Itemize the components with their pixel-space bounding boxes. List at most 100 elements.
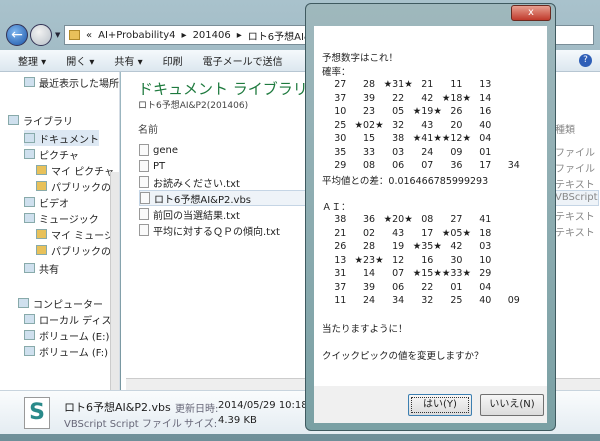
number-cell: 27 bbox=[334, 79, 347, 91]
file-type: テキスト bbox=[555, 180, 595, 191]
file-icon bbox=[139, 208, 149, 220]
number-row: 25 ★02★ 32 43 20 40 bbox=[326, 119, 528, 133]
library-title: ドキュメント ライブラリ bbox=[138, 80, 308, 98]
number-cell: ★05★ bbox=[441, 227, 471, 239]
open-button[interactable]: 開く ▾ bbox=[66, 53, 94, 68]
print-button[interactable]: 印刷 bbox=[163, 53, 183, 68]
nav-item[interactable]: ビデオ bbox=[24, 194, 69, 210]
number-cell: 13 bbox=[334, 254, 347, 266]
number-cell: 09 bbox=[450, 146, 463, 158]
number-row: 38 36 ★20★ 08 27 41 bbox=[326, 213, 528, 227]
number-row: 31 14 07 ★15★ ★33★ 29 bbox=[326, 267, 528, 281]
number-cell: 21 bbox=[334, 227, 347, 239]
nav-item-label: ドキュメント bbox=[39, 134, 99, 146]
nav-item[interactable]: ドキュメント bbox=[24, 130, 99, 146]
file-icon bbox=[139, 160, 149, 172]
number-cell: 03 bbox=[479, 241, 492, 253]
nav-item[interactable]: ローカル ディスク bbox=[24, 311, 119, 327]
video-icon bbox=[24, 197, 35, 207]
nav-item-label: ボリューム (F:) bbox=[39, 347, 109, 359]
number-row: 10 23 05 ★19★ 26 16 bbox=[326, 105, 528, 119]
folder-icon bbox=[36, 165, 47, 175]
number-cell: 42 bbox=[421, 92, 434, 104]
number-cell: 10 bbox=[334, 106, 347, 118]
number-row: 11 24 34 32 25 40 09 bbox=[326, 294, 528, 308]
probability-table: 27 28 ★31★ 21 11 13 37 39 22 42 ★18★ 14 10 23 05 ★19★ 26… bbox=[326, 78, 528, 173]
dialog-content: 予想数字はこれ！ 確率： 27 28 ★31★ 21 11 13 37 39 22 42 ★18★ 1… bbox=[314, 26, 547, 386]
nav-item-label: 最近表示した場所 bbox=[39, 78, 119, 90]
number-cell: ★33★ bbox=[441, 268, 471, 280]
wish-text: 当たりますように！ bbox=[322, 324, 408, 335]
number-cell: 26 bbox=[334, 241, 347, 253]
file-type: ファイル bbox=[555, 148, 595, 159]
nav-item[interactable]: マイ ミュージック bbox=[36, 226, 119, 242]
nav-item[interactable]: 最近表示した場所 bbox=[24, 74, 119, 90]
nav-item-label: ミュージック bbox=[39, 214, 99, 226]
back-button[interactable]: ← bbox=[6, 24, 28, 46]
nav-item[interactable]: ライブラリ bbox=[8, 112, 73, 128]
number-cell: ★15★ bbox=[412, 268, 442, 280]
column-header-name[interactable]: 名前 bbox=[138, 121, 158, 136]
nav-item[interactable]: ミュージック bbox=[24, 210, 99, 226]
modified-label: 更新日時: bbox=[175, 404, 219, 415]
history-dropdown[interactable]: ▼ bbox=[55, 31, 60, 39]
nav-item-label: ライブラリ bbox=[23, 116, 73, 128]
number-cell: 43 bbox=[392, 227, 405, 239]
forward-button[interactable] bbox=[30, 24, 52, 46]
number-cell: 23 bbox=[363, 106, 376, 118]
nav-item[interactable]: ピクチャ bbox=[24, 146, 79, 162]
number-cell: 04 bbox=[479, 281, 492, 293]
number-row: 27 28 ★31★ 21 11 13 bbox=[326, 78, 528, 92]
folder-icon bbox=[36, 181, 47, 191]
nav-scrollbar[interactable] bbox=[110, 172, 119, 390]
number-cell: 06 bbox=[392, 281, 405, 293]
column-header-type[interactable]: 種類 bbox=[555, 121, 575, 136]
number-cell: 20 bbox=[450, 119, 463, 131]
number-row: 30 15 38 ★41★ ★12★ 04 bbox=[326, 132, 528, 146]
number-row: 13 ★23★ 12 16 30 10 bbox=[326, 254, 528, 268]
number-cell: 25 bbox=[334, 119, 347, 131]
number-cell: 39 bbox=[363, 92, 376, 104]
number-cell: 15 bbox=[363, 133, 376, 145]
number-cell: 27 bbox=[450, 214, 463, 226]
music-icon bbox=[24, 213, 35, 223]
nav-item[interactable]: パブリックのピクチャ bbox=[36, 178, 119, 194]
no-button[interactable]: いいえ(N) bbox=[480, 394, 544, 416]
pictures-icon bbox=[24, 149, 35, 159]
nav-item[interactable]: 共有 bbox=[24, 260, 59, 276]
number-cell: 30 bbox=[450, 254, 463, 266]
breadcrumb-item[interactable]: 201406 bbox=[193, 30, 231, 41]
number-cell: 07 bbox=[421, 160, 434, 172]
nav-item[interactable]: マイ ピクチャ bbox=[36, 162, 114, 178]
nav-item[interactable]: ボリューム (E:) bbox=[24, 327, 109, 343]
number-cell: ★12★ bbox=[441, 133, 471, 145]
vbscript-file-icon bbox=[140, 192, 150, 204]
number-cell: 32 bbox=[392, 119, 405, 131]
breadcrumb-overflow[interactable]: « bbox=[86, 30, 92, 41]
nav-item[interactable]: ボリューム (F:) bbox=[24, 343, 108, 359]
library-subtitle[interactable]: ロト6予想AI&P2(201406) bbox=[138, 98, 248, 111]
number-cell: 14 bbox=[479, 92, 492, 104]
number-cell: 29 bbox=[334, 160, 347, 172]
number-cell: 07 bbox=[392, 268, 405, 280]
number-cell: 05 bbox=[392, 106, 405, 118]
organize-button[interactable]: 整理 ▾ bbox=[18, 53, 46, 68]
email-button[interactable]: 電子メールで送信 bbox=[203, 53, 283, 68]
number-cell: 26 bbox=[450, 106, 463, 118]
recent-places-icon bbox=[24, 77, 35, 87]
nav-item[interactable]: パブリックのミュージック bbox=[36, 242, 119, 258]
yes-button[interactable]: はい(Y) bbox=[408, 394, 472, 416]
folder-icon bbox=[69, 30, 80, 40]
share-button[interactable]: 共有 ▾ bbox=[114, 53, 142, 68]
ai-label: ＡＩ： bbox=[322, 202, 351, 213]
help-icon[interactable]: ? bbox=[579, 54, 592, 67]
ai-table: 38 36 ★20★ 08 27 41 21 02 43 17 ★05★ 18 26 28 19 ★35★ 42… bbox=[326, 213, 528, 308]
nav-item[interactable]: コンピューター bbox=[18, 295, 103, 311]
nav-item-label: ボリューム (E:) bbox=[39, 331, 110, 343]
number-cell: 31 bbox=[334, 268, 347, 280]
number-row: 37 39 22 42 ★18★ 14 bbox=[326, 92, 528, 106]
drive-icon bbox=[24, 330, 35, 340]
close-button[interactable]: x bbox=[511, 5, 551, 21]
header-text: 予想数字はこれ！ bbox=[322, 53, 399, 64]
breadcrumb-item[interactable]: AI+Probability4 bbox=[98, 30, 175, 41]
